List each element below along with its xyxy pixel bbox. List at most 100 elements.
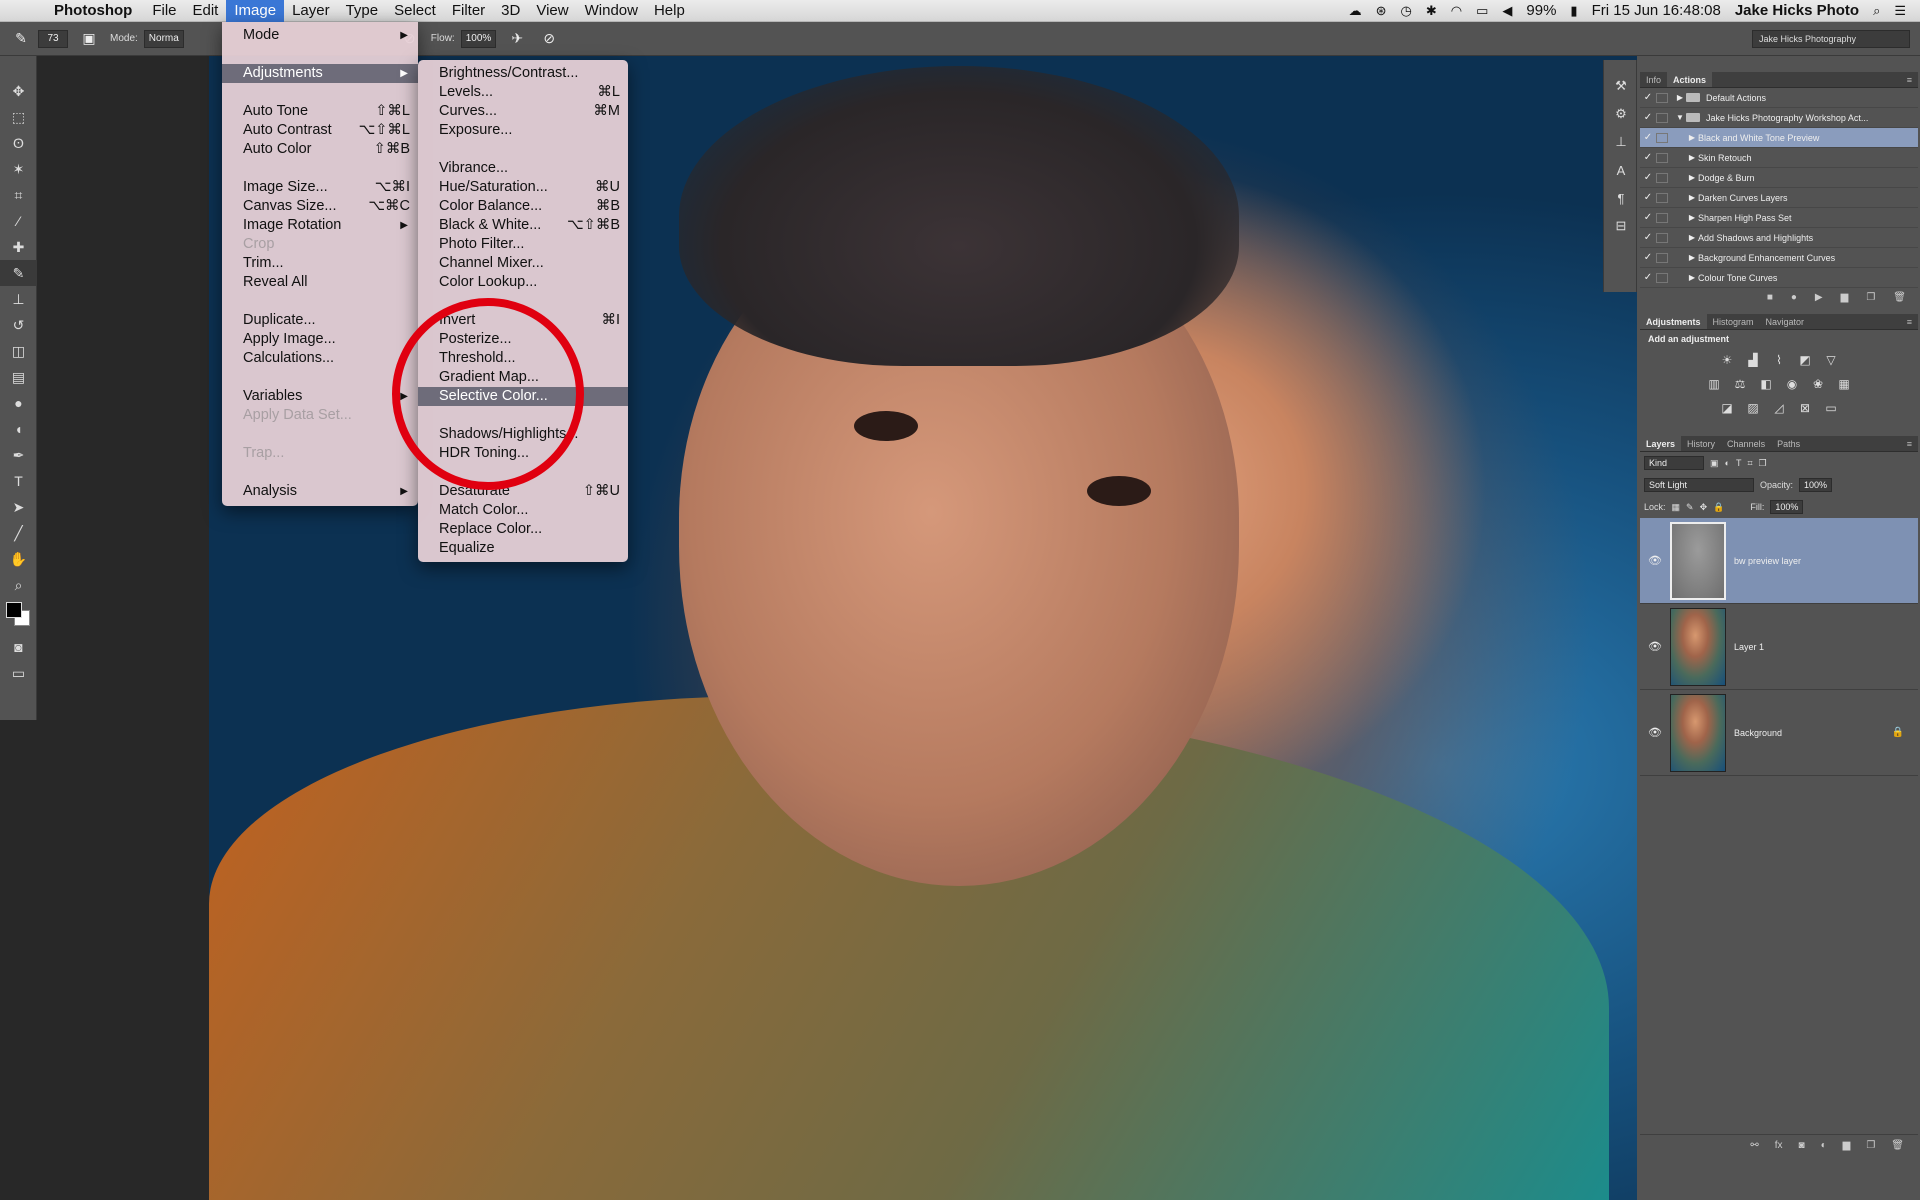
play-icon[interactable]: ▶ [1815,292,1823,303]
tab-paths[interactable]: Paths [1771,436,1806,451]
filter-smart-icon[interactable]: ❐ [1759,458,1767,469]
trash-icon[interactable]: 🗑 [1893,292,1906,303]
menu-select[interactable]: Select [386,0,444,22]
properties-icon[interactable]: ⊟ [1604,212,1638,240]
checkmark-icon[interactable]: ✓ [1640,212,1656,223]
action-row[interactable]: ✓ ▶ Dodge & Burn [1640,168,1918,188]
dialog-toggle-icon[interactable] [1656,92,1668,103]
user-name[interactable]: Jake Hicks Photo [1735,2,1859,19]
checkmark-icon[interactable]: ✓ [1640,132,1656,143]
layer-row[interactable]: 👁 Layer 1 [1640,604,1918,690]
expand-triangle-icon[interactable]: ▶ [1686,193,1698,202]
checkmark-icon[interactable]: ✓ [1640,92,1656,103]
lock-brush-icon[interactable]: ✎ [1686,502,1694,513]
healing-tool-icon[interactable]: ✚ [0,234,37,260]
tab-history[interactable]: History [1681,436,1721,451]
menu-edit[interactable]: Edit [185,0,227,22]
expand-triangle-icon[interactable]: ▶ [1686,253,1698,262]
menu-item-hue-saturation[interactable]: Hue/Saturation... ⌘U [418,178,628,197]
menu-item-match-color[interactable]: Match Color... [418,501,628,520]
menu-3d[interactable]: 3D [493,0,528,22]
menu-item-apply-image[interactable]: Apply Image... [222,330,418,349]
brush-preset-icon[interactable]: ✎ [10,28,32,50]
menu-item-trim[interactable]: Trim... [222,254,418,273]
posterize-icon[interactable]: ▨ [1745,400,1761,416]
expand-triangle-icon[interactable]: ▶ [1686,273,1698,282]
airbrush-icon[interactable]: ✈ [506,28,528,50]
path-selection-tool-icon[interactable]: ➤ [0,494,37,520]
filter-type-icon[interactable]: T [1736,458,1742,468]
exposure-icon[interactable]: ◩ [1797,352,1813,368]
menu-item-analysis[interactable]: Analysis ▶ [222,482,418,501]
dialog-toggle-icon[interactable] [1656,212,1668,223]
bluetooth-icon[interactable]: ✱ [1426,3,1437,19]
history-brush-tool-icon[interactable]: ↺ [0,312,37,338]
expand-triangle-icon[interactable]: ▶ [1686,213,1698,222]
expand-triangle-icon[interactable]: ▶ [1686,133,1698,142]
hand-tool-icon[interactable]: ✋ [0,546,37,572]
menu-item-image-size[interactable]: Image Size... ⌥⌘I [222,178,418,197]
lock-move-icon[interactable]: ✥ [1700,502,1708,513]
line-tool-icon[interactable]: ╱ [0,520,37,546]
pressure-size-icon[interactable]: ⊘ [538,28,560,50]
dialog-toggle-icon[interactable] [1656,132,1668,143]
filter-pixel-icon[interactable]: ▣ [1710,458,1719,469]
action-row[interactable]: ✓ ▶ Background Enhancement Curves [1640,248,1918,268]
checkmark-icon[interactable]: ✓ [1640,172,1656,183]
menu-layer[interactable]: Layer [284,0,338,22]
type-tool-icon[interactable]: T [0,468,37,494]
menu-item-levels[interactable]: Levels... ⌘L [418,83,628,102]
app-menu[interactable]: Photoshop [46,2,144,19]
expand-triangle-icon[interactable]: ▶ [1686,233,1698,242]
menu-filter[interactable]: Filter [444,0,493,22]
battery-percent[interactable]: 99% [1526,2,1556,19]
delete-layer-icon[interactable]: 🗑 [1891,1140,1904,1151]
checkmark-icon[interactable]: ✓ [1640,192,1656,203]
action-row[interactable]: ✓ ▶ Add Shadows and Highlights [1640,228,1918,248]
dialog-toggle-icon[interactable] [1656,192,1668,203]
dialog-toggle-icon[interactable] [1656,252,1668,263]
color-lookup-icon[interactable]: ▦ [1836,376,1852,392]
pen-tool-icon[interactable]: ✒ [0,442,37,468]
stop-icon[interactable]: ■ [1767,292,1773,303]
tab-navigator[interactable]: Navigator [1760,314,1811,329]
opacity-input[interactable]: 100% [1799,478,1833,492]
visibility-eye-icon[interactable]: 👁 [1640,726,1670,739]
filter-adjustment-icon[interactable]: ◐ [1725,458,1730,468]
volume-icon[interactable]: ◀ [1502,3,1512,19]
panel-menu-icon[interactable]: ≡ [1907,436,1918,451]
menu-item-equalize[interactable]: Equalize [418,539,628,558]
accessibility-icon[interactable]: ⊛ [1376,3,1387,19]
action-set-row[interactable]: ✓ ▼ Jake Hicks Photography Workshop Act... [1640,108,1918,128]
fill-input[interactable]: 100% [1770,500,1804,514]
quick-mask-icon[interactable]: ◙ [0,634,37,660]
layer-row[interactable]: 👁 bw preview layer [1640,518,1918,604]
menu-item-replace-color[interactable]: Replace Color... [418,520,628,539]
dialog-toggle-icon[interactable] [1656,112,1668,123]
link-layers-icon[interactable]: ⚯ [1750,1140,1758,1151]
creative-cloud-icon[interactable]: ☁ [1349,3,1362,19]
dialog-toggle-icon[interactable] [1656,152,1668,163]
menu-item-image-rotation[interactable]: Image Rotation ▶ [222,216,418,235]
marquee-tool-icon[interactable]: ⬚ [0,104,37,130]
lock-all-icon[interactable]: 🔒 [1713,502,1724,513]
action-row[interactable]: ✓ ▶ Sharpen High Pass Set [1640,208,1918,228]
menu-item-variables[interactable]: Variables ▶ [222,387,418,406]
menu-item-reveal-all[interactable]: Reveal All [222,273,418,292]
new-set-icon[interactable]: ▆ [1841,292,1849,303]
expand-triangle-icon[interactable]: ▶ [1686,173,1698,182]
magic-wand-tool-icon[interactable]: ✶ [0,156,37,182]
checkmark-icon[interactable]: ✓ [1640,232,1656,243]
menu-item-photo-filter[interactable]: Photo Filter... [418,235,628,254]
stamp-tool-icon[interactable]: ⊥ [0,286,37,312]
tab-info[interactable]: Info [1640,72,1667,87]
eraser-tool-icon[interactable]: ◫ [0,338,37,364]
layer-name[interactable]: Background [1734,728,1782,738]
menu-item-color-lookup[interactable]: Color Lookup... [418,273,628,292]
menu-item-channel-mixer[interactable]: Channel Mixer... [418,254,628,273]
brush-presets-icon[interactable]: ⚒ [1604,72,1638,100]
foreground-color-swatch[interactable] [6,602,22,618]
action-row[interactable]: ✓ ▶ Darken Curves Layers [1640,188,1918,208]
layer-row[interactable]: 👁 Background 🔒 [1640,690,1918,776]
action-row[interactable]: ✓ ▶ Black and White Tone Preview [1640,128,1918,148]
